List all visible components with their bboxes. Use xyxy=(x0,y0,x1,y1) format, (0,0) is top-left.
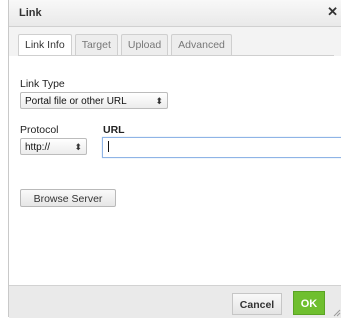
tab-upload[interactable]: Upload xyxy=(120,34,169,55)
dialog-footer: Cancel OK xyxy=(9,285,341,318)
protocol-select[interactable]: http:// ⬍ xyxy=(20,138,87,155)
link-type-select[interactable]: Portal file or other URL ⬍ xyxy=(20,92,168,109)
link-type-selected-value: Portal file or other URL xyxy=(25,96,127,107)
close-icon[interactable]: ✕ xyxy=(327,4,338,20)
ok-button[interactable]: OK xyxy=(293,291,325,315)
tab-advanced[interactable]: Advanced xyxy=(171,34,232,55)
protocol-selected-value: http:// xyxy=(25,142,51,153)
tab-content-panel: Link Type Portal file or other URL ⬍ Pro… xyxy=(9,56,341,285)
link-dialog: Link ✕ Link Info Target Upload Advanced … xyxy=(8,0,341,318)
select-arrows-icon: ⬍ xyxy=(155,96,163,106)
select-arrows-icon: ⬍ xyxy=(74,142,82,152)
url-input[interactable] xyxy=(102,137,341,158)
tab-link-info[interactable]: Link Info xyxy=(18,34,72,56)
tab-bar: Link Info Target Upload Advanced xyxy=(18,34,235,56)
protocol-label: Protocol xyxy=(20,124,59,136)
url-label: URL xyxy=(103,124,125,136)
cancel-button[interactable]: Cancel xyxy=(232,293,282,315)
text-caret xyxy=(108,141,109,152)
dialog-title: Link xyxy=(19,7,42,19)
dialog-titlebar[interactable]: Link ✕ xyxy=(9,0,341,27)
tab-target[interactable]: Target xyxy=(74,34,118,55)
link-type-label: Link Type xyxy=(20,78,65,90)
browse-server-button[interactable]: Browse Server xyxy=(20,189,116,207)
resize-handle-icon[interactable] xyxy=(333,309,341,317)
